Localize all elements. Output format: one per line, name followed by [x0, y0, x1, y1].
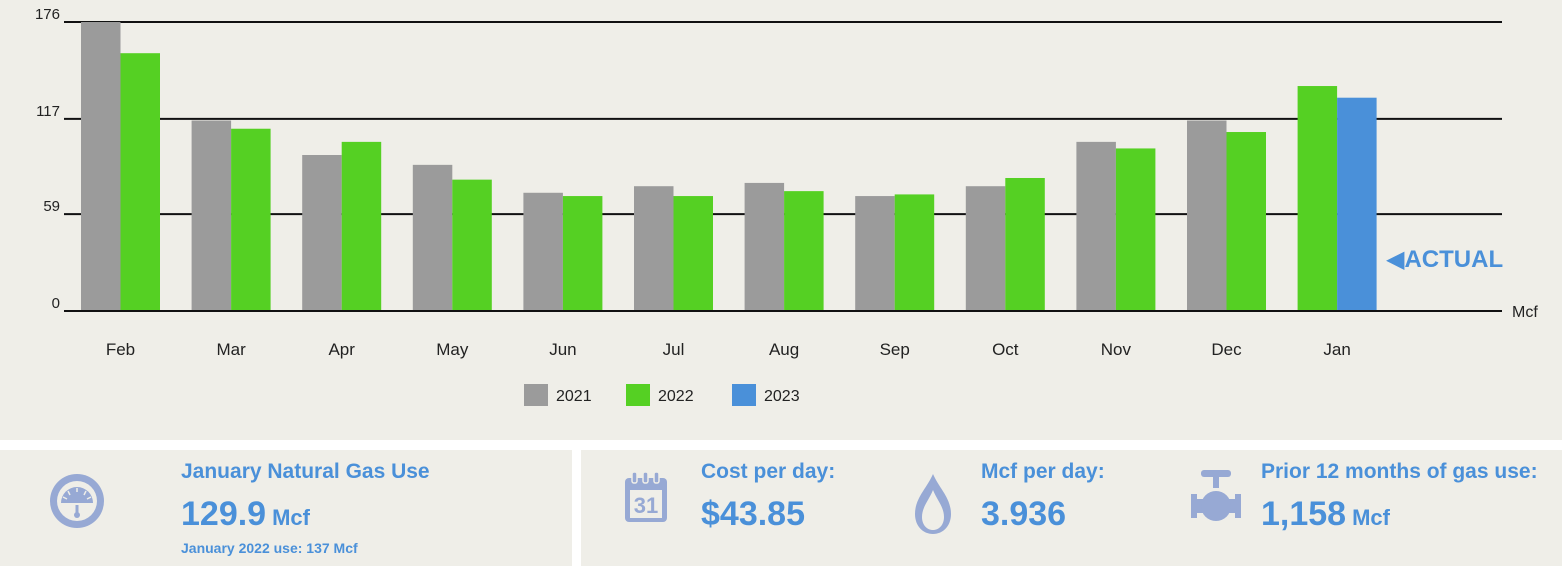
chart-panel: 0 59 117 176 Mcf Feb Mar Apr May Jun Jul Aug Sep Oct N…: [0, 0, 1562, 440]
x-tick-label: Mar: [216, 340, 246, 359]
bar-2022-nov: [1115, 148, 1156, 311]
legend-swatch-2021: [524, 384, 548, 406]
x-tick-label: Oct: [992, 340, 1019, 359]
x-tick-label: Nov: [1101, 340, 1132, 359]
cost-per-day-title: Cost per day:: [701, 460, 836, 483]
january-use-value: 129.9 Mcf: [181, 495, 310, 534]
bar-2021-mar: [191, 120, 232, 311]
y-tick-label: 59: [43, 198, 60, 215]
legend-label-2023: 2023: [764, 388, 800, 405]
x-tick-label: Jul: [663, 340, 685, 359]
bar-2021-aug: [744, 182, 785, 311]
bar-2022-sep: [894, 194, 935, 311]
x-tick-label: Jun: [549, 340, 576, 359]
y-tick-label: 117: [36, 103, 60, 120]
bar-2022-jul: [673, 196, 713, 311]
bar-2021-may: [412, 164, 453, 311]
mcf-per-day-title: Mcf per day:: [981, 460, 1105, 483]
bar-2022-feb: [120, 53, 160, 312]
x-tick-label: Sep: [880, 340, 910, 359]
bar-2021-jun: [523, 192, 563, 311]
bar-2021-jul: [634, 186, 674, 311]
bar-2022-mar: [231, 128, 271, 311]
bar-2021-apr: [302, 155, 342, 311]
y-tick-label: 176: [35, 6, 60, 23]
bar-2022-apr: [341, 141, 382, 311]
bar-2021-oct: [965, 186, 1006, 311]
bar-2022-may: [452, 179, 492, 311]
bar-2022-jan: [1297, 86, 1338, 312]
bar-2021-nov: [1076, 141, 1116, 311]
legend-swatch-2022: [626, 384, 650, 406]
bar-chart: 0 59 117 176 Mcf Feb Mar Apr May Jun Jul Aug Sep Oct N…: [35, 6, 1538, 406]
bar-2023-jan: [1337, 97, 1377, 311]
january-use-title: January Natural Gas Use: [181, 460, 430, 483]
y-tick-label: 0: [52, 295, 60, 312]
bar-2021-feb: [81, 22, 121, 311]
bar-2022-oct: [1005, 177, 1045, 311]
january-use-number: 129.9: [181, 495, 267, 533]
gas-meter-icon: [48, 472, 106, 530]
bar-2022-jun: [562, 196, 603, 311]
prior-12-months-value: 1,158 Mcf: [1261, 495, 1390, 534]
legend-label-2022: 2022: [658, 388, 694, 405]
x-tick-label: Aug: [769, 340, 799, 359]
x-tick-label: Feb: [106, 340, 135, 359]
january-use-panel: January Natural Gas Use 129.9 Mcf January…: [0, 450, 572, 566]
january-2022-note: January 2022 use: 137 Mcf: [181, 540, 358, 556]
flame-icon: [913, 472, 953, 536]
mcf-per-day-value: 3.936: [981, 495, 1067, 533]
prior-12-months-title: Prior 12 months of gas use:: [1261, 460, 1538, 483]
stats-panel: 31 Cost per day: $43.85 Mcf per day: 3.9…: [581, 450, 1562, 566]
bar-2022-aug: [784, 191, 824, 311]
january-use-unit: Mcf: [272, 505, 310, 530]
x-tick-label: May: [436, 340, 469, 359]
prior-12-months-unit: Mcf: [1352, 505, 1390, 530]
x-tick-label: Dec: [1211, 340, 1242, 359]
bar-2021-dec: [1187, 120, 1227, 311]
actual-annotation: ◀ACTUAL: [1386, 246, 1503, 273]
y-unit-label: Mcf: [1512, 304, 1538, 321]
prior-12-months-number: 1,158: [1261, 495, 1347, 533]
legend-swatch-2023: [732, 384, 756, 406]
cost-per-day-value: $43.85: [701, 495, 805, 533]
legend-label-2021: 2021: [556, 388, 592, 405]
calendar-icon: 31: [623, 470, 669, 524]
bar-2021-sep: [855, 196, 895, 311]
gas-valve-icon: [1189, 468, 1243, 528]
calendar-day: 31: [634, 493, 658, 518]
bar-2022-dec: [1226, 132, 1266, 311]
x-tick-label: Jan: [1323, 340, 1350, 359]
x-tick-label: Apr: [328, 340, 355, 359]
